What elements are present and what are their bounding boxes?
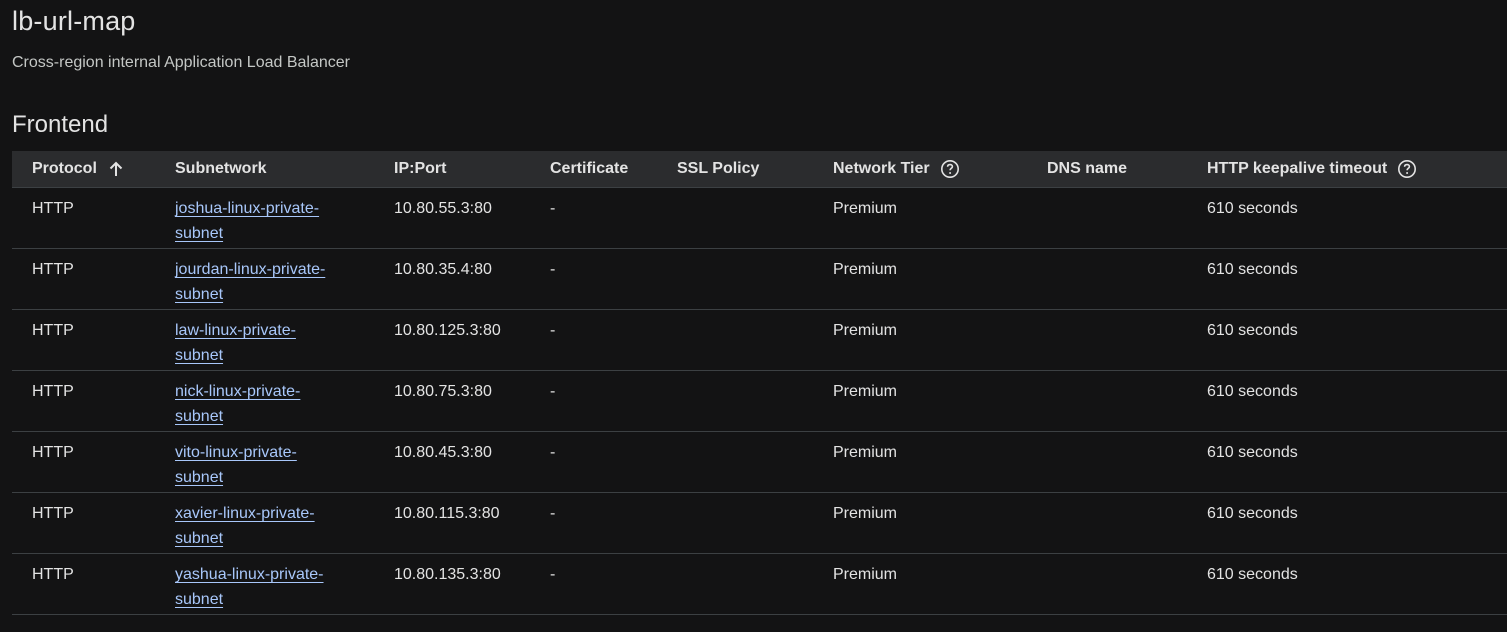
column-label-keepalive: HTTP keepalive timeout	[1207, 160, 1388, 177]
column-header-subnetwork: Subnetwork	[175, 151, 267, 187]
column-label-dns-name: DNS name	[1047, 160, 1128, 177]
cell-keepalive: 610 seconds	[1207, 505, 1298, 522]
cell-keepalive: 610 seconds	[1207, 200, 1298, 217]
cell-protocol: HTTP	[32, 200, 74, 217]
page-subtitle: Cross-region internal Application Load B…	[12, 54, 350, 71]
section-title-frontend: Frontend	[12, 111, 109, 138]
column-header-dns-name: DNS name	[1047, 151, 1127, 187]
help-circle-icon[interactable]	[1397, 159, 1417, 179]
subnetwork-link[interactable]: law-linux-private- subnet	[175, 318, 345, 368]
cell-ip-port: 10.80.55.3:80	[394, 200, 492, 217]
cell-keepalive: 610 seconds	[1207, 444, 1298, 461]
cell-certificate: -	[550, 383, 556, 400]
column-label-ip-port: IP:Port	[394, 160, 447, 177]
cell-network-tier: Premium	[833, 200, 898, 217]
subnetwork-link-line2[interactable]: subnet	[175, 343, 345, 368]
subnetwork-link[interactable]: xavier-linux-private- subnet	[175, 501, 345, 551]
cell-network-tier: Premium	[833, 322, 898, 339]
cell-network-tier: Premium	[833, 261, 898, 278]
column-header-ssl-policy: SSL Policy	[677, 151, 759, 187]
cell-keepalive: 610 seconds	[1207, 383, 1298, 400]
subnetwork-link-line2[interactable]: subnet	[175, 404, 345, 429]
table-row: HTTP joshua-linux-private- subnet 10.80.…	[12, 188, 1507, 249]
subnetwork-link[interactable]: vito-linux-private- subnet	[175, 440, 345, 490]
cell-protocol: HTTP	[32, 383, 74, 400]
frontend-table: Protocol Subnetwork IP:Port Certificate …	[12, 151, 1507, 615]
table-row: HTTP jourdan-linux-private- subnet 10.80…	[12, 249, 1507, 310]
cell-network-tier: Premium	[833, 505, 898, 522]
column-header-keepalive: HTTP keepalive timeout	[1207, 151, 1417, 187]
cell-protocol: HTTP	[32, 505, 74, 522]
cell-certificate: -	[550, 322, 556, 339]
cell-certificate: -	[550, 200, 556, 217]
table-row: HTTP nick-linux-private- subnet 10.80.75…	[12, 371, 1507, 432]
column-header-certificate: Certificate	[550, 151, 628, 187]
table-row: HTTP yashua-linux-private- subnet 10.80.…	[12, 554, 1507, 615]
cell-certificate: -	[550, 261, 556, 278]
subnetwork-link-line2[interactable]: subnet	[175, 282, 345, 307]
cell-keepalive: 610 seconds	[1207, 566, 1298, 583]
subnetwork-link-line2[interactable]: subnet	[175, 221, 345, 246]
cell-keepalive: 610 seconds	[1207, 261, 1298, 278]
cell-network-tier: Premium	[833, 383, 898, 400]
arrow-up-icon[interactable]	[107, 160, 125, 178]
subnetwork-link-line2[interactable]: subnet	[175, 526, 345, 551]
cell-certificate: -	[550, 505, 556, 522]
column-label-protocol: Protocol	[32, 160, 97, 177]
subnetwork-link-line2[interactable]: subnet	[175, 587, 345, 612]
cell-ip-port: 10.80.75.3:80	[394, 383, 492, 400]
cell-certificate: -	[550, 444, 556, 461]
cell-network-tier: Premium	[833, 566, 898, 583]
table-header: Protocol Subnetwork IP:Port Certificate …	[12, 151, 1507, 188]
cell-ip-port: 10.80.135.3:80	[394, 566, 501, 583]
table-row: HTTP vito-linux-private- subnet 10.80.45…	[12, 432, 1507, 493]
table-row: HTTP law-linux-private- subnet 10.80.125…	[12, 310, 1507, 371]
subnetwork-link-line1[interactable]: jourdan-linux-private-	[175, 257, 345, 282]
column-label-network-tier: Network Tier	[833, 160, 930, 177]
column-label-subnetwork: Subnetwork	[175, 160, 267, 177]
subnetwork-link-line1[interactable]: yashua-linux-private-	[175, 562, 345, 587]
cell-ip-port: 10.80.45.3:80	[394, 444, 492, 461]
subnetwork-link[interactable]: jourdan-linux-private- subnet	[175, 257, 345, 307]
table-row: HTTP xavier-linux-private- subnet 10.80.…	[12, 493, 1507, 554]
cell-protocol: HTTP	[32, 566, 74, 583]
cell-ip-port: 10.80.35.4:80	[394, 261, 492, 278]
cell-protocol: HTTP	[32, 261, 74, 278]
cell-protocol: HTTP	[32, 444, 74, 461]
subnetwork-link[interactable]: nick-linux-private- subnet	[175, 379, 345, 429]
subnetwork-link[interactable]: yashua-linux-private- subnet	[175, 562, 345, 612]
subnetwork-link-line1[interactable]: xavier-linux-private-	[175, 501, 345, 526]
column-label-certificate: Certificate	[550, 160, 629, 177]
column-header-ip-port: IP:Port	[394, 151, 446, 187]
subnetwork-link-line2[interactable]: subnet	[175, 465, 345, 490]
column-label-ssl-policy: SSL Policy	[677, 160, 760, 177]
cell-protocol: HTTP	[32, 322, 74, 339]
cell-network-tier: Premium	[833, 444, 898, 461]
help-circle-icon[interactable]	[940, 159, 960, 179]
subnetwork-link-line1[interactable]: vito-linux-private-	[175, 440, 345, 465]
column-header-network-tier: Network Tier	[833, 151, 960, 187]
cell-ip-port: 10.80.125.3:80	[394, 322, 501, 339]
subnetwork-link[interactable]: joshua-linux-private- subnet	[175, 196, 345, 246]
page-title: lb-url-map	[12, 6, 136, 36]
subnetwork-link-line1[interactable]: law-linux-private-	[175, 318, 345, 343]
cell-ip-port: 10.80.115.3:80	[394, 505, 500, 522]
subnetwork-link-line1[interactable]: nick-linux-private-	[175, 379, 345, 404]
cell-certificate: -	[550, 566, 556, 583]
subnetwork-link-line1[interactable]: joshua-linux-private-	[175, 196, 345, 221]
column-header-protocol[interactable]: Protocol	[32, 151, 125, 187]
cell-keepalive: 610 seconds	[1207, 322, 1298, 339]
